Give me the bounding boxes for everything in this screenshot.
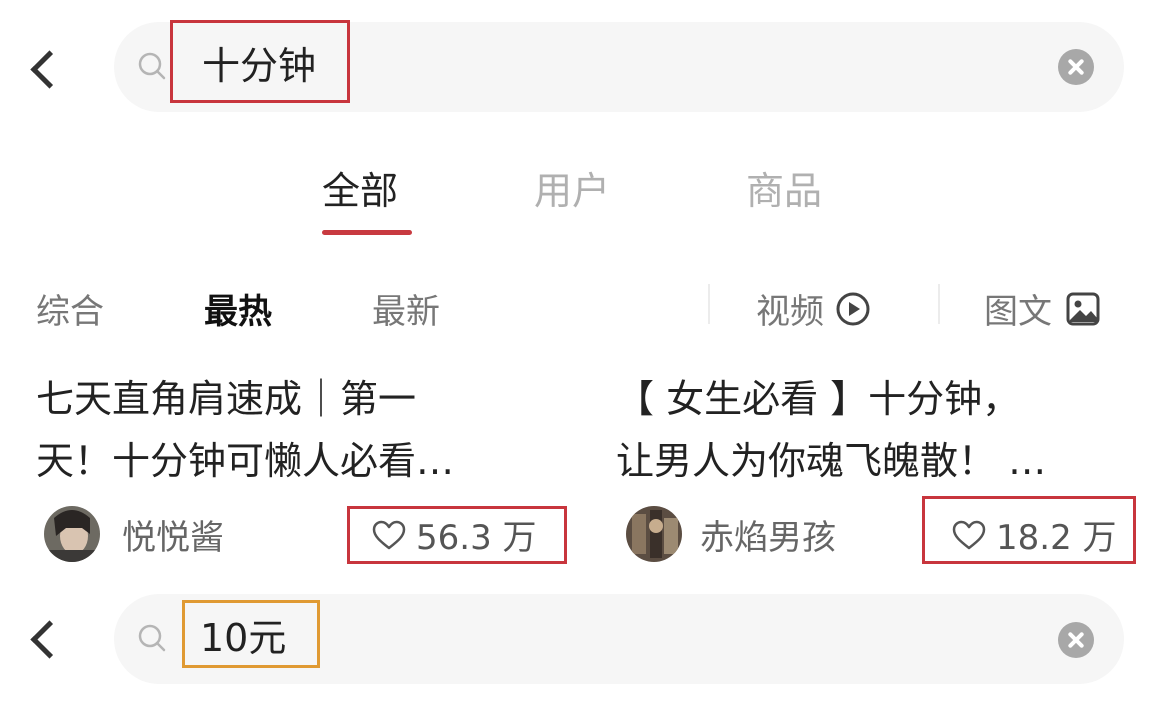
filter-video-label: 视频	[756, 292, 824, 332]
card-title-line: 天！十分钟可懒人必看…	[36, 439, 455, 483]
author-name[interactable]: 悦悦酱	[122, 510, 224, 559]
filter-video[interactable]: 视频	[756, 284, 870, 333]
filter-image-text-label: 图文	[984, 292, 1052, 332]
search-results-page: 十分钟 全部 用户 商品 综合 最热 最新 视频 图文 七天直角肩速成｜第一 天…	[0, 0, 1158, 716]
tab-products[interactable]: 商品	[746, 160, 822, 215]
active-tab-indicator	[322, 230, 412, 235]
search-icon	[138, 624, 166, 652]
author-name[interactable]: 赤焰男孩	[700, 510, 836, 559]
highlight-box-likes	[922, 496, 1136, 564]
filter-hottest[interactable]: 最热	[204, 284, 272, 333]
search-icon	[138, 52, 166, 80]
avatar[interactable]	[44, 506, 100, 562]
highlight-box-query-top	[170, 20, 350, 103]
filter-newest[interactable]: 最新	[372, 284, 440, 333]
back-arrow-icon[interactable]	[30, 50, 69, 89]
highlight-box-query-bottom	[182, 600, 320, 668]
image-icon	[1066, 292, 1100, 325]
play-icon	[836, 292, 870, 325]
card-title-line: 【 女生必看 】十分钟，	[616, 377, 1021, 421]
avatar[interactable]	[626, 506, 682, 562]
tab-users[interactable]: 用户	[534, 160, 610, 215]
divider	[938, 284, 940, 324]
back-arrow-icon[interactable]	[30, 620, 69, 659]
tab-all[interactable]: 全部	[322, 160, 398, 215]
divider	[708, 284, 710, 324]
card-title-line: 七天直角肩速成｜第一	[36, 377, 417, 421]
filter-comprehensive[interactable]: 综合	[36, 284, 104, 333]
clear-icon[interactable]	[1058, 622, 1094, 658]
card-title-line: 让男人为你魂飞魄散！ …	[616, 439, 1047, 483]
filter-image-text[interactable]: 图文	[984, 284, 1100, 333]
clear-icon[interactable]	[1058, 49, 1094, 85]
highlight-box-likes	[347, 506, 567, 564]
